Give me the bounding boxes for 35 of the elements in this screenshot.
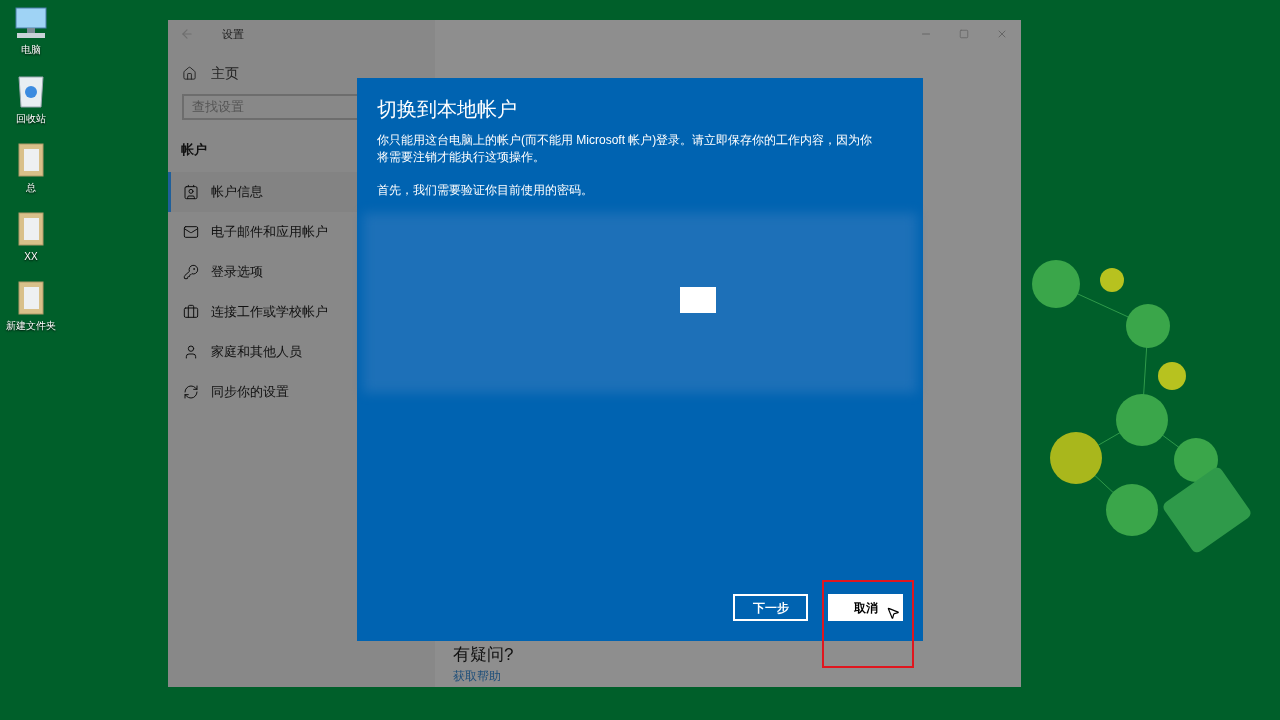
desktop-icon-label[interactable]: 电脑	[21, 42, 41, 57]
key-icon	[183, 263, 199, 280]
contact-icon	[183, 183, 199, 200]
desktop-icon-label[interactable]: 新建文件夹	[6, 318, 56, 333]
folder-icon	[17, 142, 45, 178]
back-icon[interactable]	[180, 27, 194, 41]
folder-icon	[17, 211, 45, 247]
nav-item[interactable]: 登录选项	[168, 251, 435, 292]
folder-icon	[17, 280, 45, 316]
person-icon	[183, 343, 199, 360]
sync-icon	[183, 383, 199, 400]
nav-item[interactable]: 同步你的设置	[168, 371, 435, 412]
nav-item[interactable]: 连接工作或学校帐户	[168, 291, 435, 332]
maximize-icon	[959, 29, 969, 39]
nav-item[interactable]: 电子邮件和应用帐户	[168, 211, 435, 252]
section-heading: 帐户	[181, 141, 207, 159]
briefcase-icon	[183, 303, 199, 320]
help-link[interactable]: 获取帮助	[453, 667, 1021, 685]
nav-item[interactable]: 家庭和其他人员	[168, 331, 435, 372]
home-link[interactable]: 主页	[211, 62, 239, 84]
mail-icon	[183, 223, 199, 240]
help-heading: 有疑问?	[453, 643, 515, 666]
close-icon	[996, 28, 1008, 40]
computer-icon	[13, 6, 49, 40]
dialog-text: 你只能用这台电脑上的帐户(而不能用 Microsoft 帐户)登录。请立即保存你的工作内容，因为你将需要注销才能执行这项操作。	[377, 132, 874, 166]
recycle-bin-icon	[15, 73, 47, 109]
desktop-icon-label[interactable]: XX	[24, 249, 38, 264]
window-title: 设置	[222, 26, 244, 42]
next-button[interactable]: 下一步	[733, 594, 808, 621]
password-field[interactable]	[680, 287, 716, 313]
cancel-button[interactable]: 取消	[828, 594, 903, 621]
desktop-icon-label[interactable]: 回收站	[16, 111, 46, 126]
cursor-icon	[886, 606, 900, 620]
home-icon	[182, 65, 197, 81]
desktop-icon-label[interactable]: 总	[26, 180, 36, 195]
